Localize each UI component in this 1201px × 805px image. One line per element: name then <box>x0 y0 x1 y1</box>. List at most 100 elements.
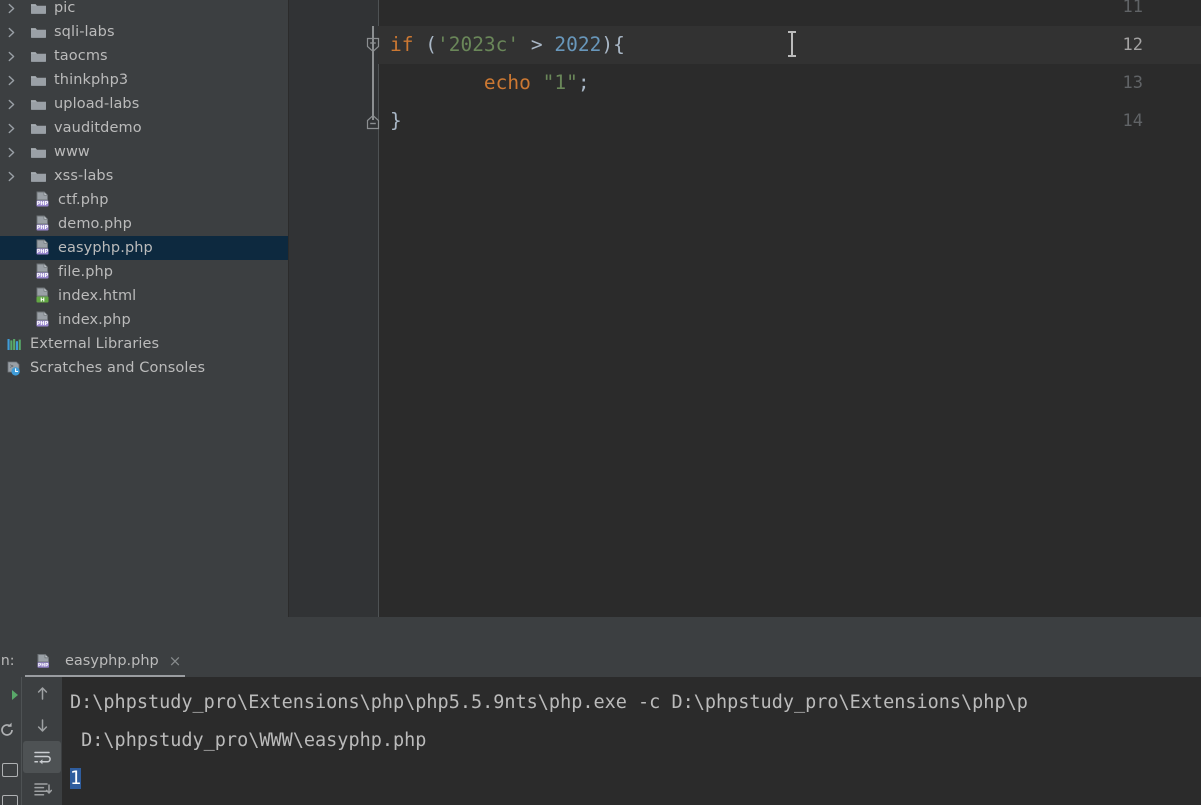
console-output[interactable]: D:\phpstudy_pro\Extensions\php\php5.5.9n… <box>62 677 1201 805</box>
tree-item-external-libraries[interactable]: External Libraries <box>0 332 288 356</box>
tree-item-xss-labs[interactable]: xss-labs <box>0 164 288 188</box>
tree-item-label: index.php <box>58 312 131 328</box>
php-run-config-icon: PHP <box>33 649 53 673</box>
run-tab-title: easyphp.php <box>65 653 159 669</box>
tree-item-index-php[interactable]: PHP index.php <box>0 308 288 332</box>
svg-text:PHP: PHP <box>36 273 48 279</box>
tree-item-label: easyphp.php <box>58 240 153 256</box>
line-number: 12 <box>1122 35 1143 55</box>
scroll-up-button[interactable] <box>23 677 61 709</box>
code-token: > <box>519 33 555 56</box>
tree-item-label: ctf.php <box>58 192 109 208</box>
code-token: } <box>390 109 402 132</box>
folder-icon <box>28 164 48 188</box>
tree-item-label: xss-labs <box>54 168 114 184</box>
run-tab-bar: un: PHP easyphp.php × <box>0 645 1201 677</box>
folder-icon <box>28 68 48 92</box>
tree-item-label: index.html <box>58 288 137 304</box>
php-file-icon: PHP <box>32 308 52 332</box>
tree-item-label: sqli-labs <box>54 24 115 40</box>
console-line-text: D:\phpstudy_pro\WWW\easyphp.php <box>70 730 427 751</box>
tree-item-label: pic <box>54 0 76 16</box>
chevron-right-icon[interactable] <box>0 0 22 20</box>
console-line-text: 1 <box>70 768 82 789</box>
tree-item-scratches-and-consoles[interactable]: >_ Scratches and Consoles <box>0 356 288 380</box>
text-caret-serif-top <box>788 31 796 33</box>
folder-icon <box>28 140 48 164</box>
editor-bottom-gap <box>288 617 1201 645</box>
tree-item-easyphp-php[interactable]: PHP easyphp.php <box>0 236 288 260</box>
text-caret-serif-bottom <box>788 55 796 57</box>
chevron-right-icon[interactable] <box>0 44 22 68</box>
console-toolbar[interactable] <box>23 677 61 805</box>
chevron-right-icon[interactable] <box>0 68 22 92</box>
chevron-right-icon[interactable] <box>0 116 22 140</box>
libraries-icon <box>4 332 24 356</box>
tree-item-label: thinkphp3 <box>54 72 129 88</box>
stop-icon[interactable] <box>2 763 18 777</box>
fold-region-connector <box>372 26 374 120</box>
close-icon[interactable]: × <box>169 652 182 670</box>
run-button[interactable] <box>2 687 18 707</box>
tree-item-label: www <box>54 144 90 160</box>
console-line: D:\phpstudy_pro\Extensions\php\php5.5.9n… <box>70 684 1028 722</box>
line-number: 13 <box>1122 73 1143 93</box>
code-token: echo <box>483 71 531 94</box>
project-tree-panel[interactable]: pic sqli-labs taocms thinkphp3 upload-labs va… <box>0 0 288 645</box>
code-editor[interactable]: if ('2023c' > 2022){ echo "1";} 11 12 13 14 <box>288 0 1201 617</box>
ide-window: pic sqli-labs taocms thinkphp3 upload-labs va… <box>0 0 1201 805</box>
chevron-right-icon[interactable] <box>0 164 22 188</box>
run-window-label: un: <box>0 653 15 669</box>
svg-text:PHP: PHP <box>36 249 48 255</box>
run-tab-easyphp[interactable]: PHP easyphp.php × <box>25 645 191 677</box>
chevron-right-icon[interactable] <box>0 92 22 116</box>
tree-item-sqli-labs[interactable]: sqli-labs <box>0 20 288 44</box>
php-file-icon: PHP <box>32 236 52 260</box>
code-line-14[interactable]: } <box>378 102 1201 140</box>
folder-icon <box>28 20 48 44</box>
line-number: 11 <box>1122 0 1143 17</box>
chevron-right-icon[interactable] <box>0 140 22 164</box>
tree-item-vauditdemo[interactable]: vauditdemo <box>0 116 288 140</box>
tree-item-label: External Libraries <box>30 336 160 352</box>
code-token: "1" <box>542 71 578 94</box>
tree-item-taocms[interactable]: taocms <box>0 44 288 68</box>
text-caret <box>791 31 793 57</box>
folder-icon <box>28 116 48 140</box>
scratches-icon: >_ <box>4 356 24 380</box>
code-line-11[interactable] <box>378 0 1201 26</box>
print-icon[interactable] <box>2 795 18 805</box>
tree-item-label: Scratches and Consoles <box>30 360 206 376</box>
scroll-to-end-button[interactable] <box>23 773 61 805</box>
scroll-down-button[interactable] <box>23 709 61 741</box>
tree-item-thinkphp3[interactable]: thinkphp3 <box>0 68 288 92</box>
console-line: 1 <box>70 760 82 798</box>
tree-item-label: taocms <box>54 48 108 64</box>
console-line-text: D:\phpstudy_pro\Extensions\php\php5.5.9n… <box>70 692 1028 713</box>
tree-item-label: upload-labs <box>54 96 140 112</box>
tree-item-demo-php[interactable]: PHP demo.php <box>0 212 288 236</box>
tree-item-www[interactable]: www <box>0 140 288 164</box>
php-file-icon: PHP <box>32 260 52 284</box>
chevron-right-icon[interactable] <box>0 20 22 44</box>
tree-item-file-php[interactable]: PHP file.php <box>0 260 288 284</box>
svg-text:H: H <box>40 297 45 303</box>
code-token: ; <box>577 71 590 94</box>
folder-icon <box>28 92 48 116</box>
tree-item-upload-labs[interactable]: upload-labs <box>0 92 288 116</box>
tree-item-label: vauditdemo <box>54 120 142 136</box>
svg-text:PHP: PHP <box>37 662 48 668</box>
editor-left-border <box>288 0 289 617</box>
code-token: ){ <box>601 33 625 56</box>
code-line-13[interactable]: echo "1"; <box>378 64 1201 102</box>
tree-item-ctf-php[interactable]: PHP ctf.php <box>0 188 288 212</box>
soft-wrap-button[interactable] <box>23 741 61 773</box>
tree-item-pic[interactable]: pic <box>0 0 288 20</box>
tree-item-index-html[interactable]: Hindex.html <box>0 284 288 308</box>
run-side-toolbar[interactable] <box>0 677 22 805</box>
editor-gutter[interactable] <box>288 0 378 617</box>
code-token: ( <box>413 33 437 56</box>
rerun-icon[interactable] <box>0 721 16 743</box>
